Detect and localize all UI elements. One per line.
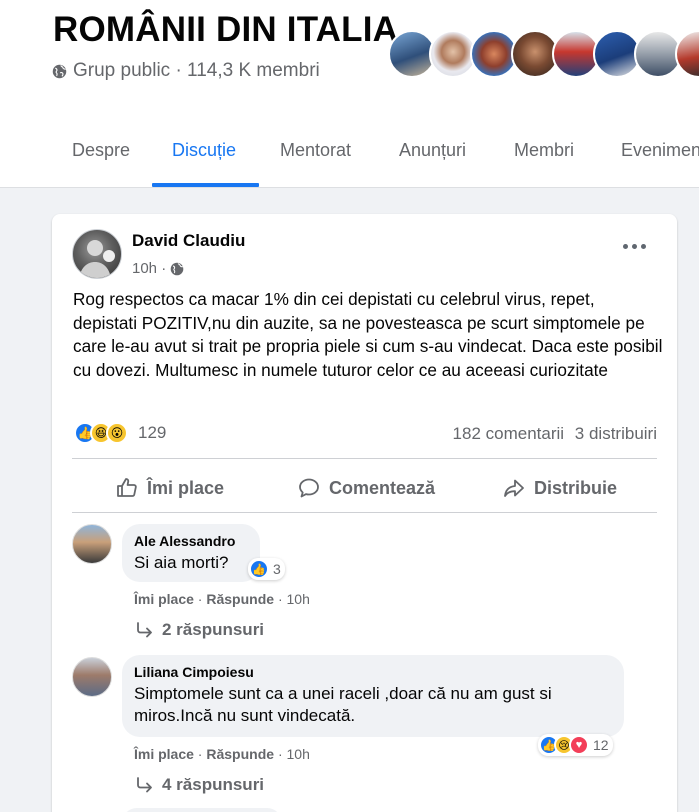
post-reactions[interactable]: 👍 😆 😮 129: [74, 422, 166, 444]
comment-author-avatar[interactable]: [72, 657, 112, 697]
person-silhouette-icon: [79, 240, 115, 278]
group-meta-text: Grup public · 114,3 K membri: [73, 60, 320, 81]
comments-count[interactable]: 182 comentarii: [453, 424, 565, 443]
comment-icon: [299, 478, 319, 498]
group-tabs: Despre Discuție Mentorat Anunțuri Membri…: [0, 112, 699, 188]
tab-evenimente[interactable]: Evenimente: [621, 140, 699, 161]
replies-count: 4 răspunsuri: [162, 775, 265, 794]
dot-icon: [631, 243, 637, 249]
comment-button-label: Comentează: [329, 477, 436, 498]
comment-author-avatar[interactable]: [72, 524, 112, 564]
post-author-avatar[interactable]: [72, 229, 122, 279]
wow-reaction-icon: 😮: [106, 422, 128, 444]
globe-icon: [170, 262, 184, 275]
comment-button[interactable]: Comentează: [297, 474, 435, 502]
tab-discutie[interactable]: Discuție: [172, 140, 236, 161]
love-reaction-icon: ♥: [569, 735, 589, 755]
divider: [72, 458, 657, 459]
post-stats: 182 comentarii 3 distribuiri: [453, 424, 657, 444]
reply-arrow-icon: [137, 777, 152, 793]
dot-icon: [640, 243, 646, 249]
view-replies-link[interactable]: 2 răspunsuri: [136, 620, 264, 640]
comment-bubble: Liliana Cimpoiesu Simptomele sunt ca a u…: [122, 655, 624, 737]
comment-bubble: Ale Alessandro Si aia morti?: [122, 524, 260, 582]
group-header: ROMÂNII DIN ITALIA Grup public · 114,3 K…: [0, 0, 699, 188]
comment-text: Simptomele sunt ca a unei raceli ,doar c…: [134, 684, 552, 725]
comment-actions: Îmi place · Răspunde · 10h: [134, 591, 310, 607]
like-button[interactable]: Îmi place: [115, 474, 224, 502]
comment-reaction-count: 3: [273, 561, 281, 577]
share-button-label: Distribuie: [534, 477, 618, 498]
comment-like-link[interactable]: Îmi place: [134, 746, 194, 762]
like-button-label: Îmi place: [147, 477, 225, 498]
comment-time[interactable]: 10h: [287, 746, 310, 762]
dot-icon: [622, 243, 628, 249]
comment-like-link[interactable]: Îmi place: [134, 591, 194, 607]
post-time-text[interactable]: 10h ·: [132, 260, 166, 277]
group-title[interactable]: ROMÂNII DIN ITALIA: [53, 10, 398, 50]
tab-mentorat[interactable]: Mentorat: [280, 140, 351, 161]
comment-author-name[interactable]: Ale Alessandro: [134, 533, 248, 549]
replies-count: 2 răspunsuri: [162, 620, 265, 639]
post-body-text: Rog respectos ca macar 1% din cei depist…: [73, 289, 663, 380]
tab-despre[interactable]: Despre: [72, 140, 130, 161]
post-card: David Claudiu 10h · Rog respectos ca mac…: [52, 214, 677, 812]
comment-reactions[interactable]: 👍 😢 ♥ 12: [538, 734, 613, 756]
comment-reply-link[interactable]: Răspunde: [206, 591, 274, 607]
comment-reactions[interactable]: 👍 3: [248, 558, 285, 580]
share-button[interactable]: Distribuie: [502, 474, 617, 502]
post-more-options-button[interactable]: [620, 236, 648, 256]
reply-arrow-icon: [137, 622, 152, 638]
reaction-count: 129: [138, 423, 167, 442]
comment-bubble-partial: [122, 808, 282, 812]
tab-membri[interactable]: Membri: [514, 140, 574, 161]
post-timestamp: 10h ·: [132, 260, 184, 277]
comment-time[interactable]: 10h: [287, 591, 310, 607]
post-author-name[interactable]: David Claudiu: [132, 231, 245, 251]
member-avatar[interactable]: [675, 30, 699, 78]
comment-reply-link[interactable]: Răspunde: [206, 746, 274, 762]
member-avatars: [388, 30, 699, 80]
like-reaction-icon: 👍: [249, 559, 269, 579]
share-arrow-icon: [504, 479, 524, 497]
comment-author-name[interactable]: Liliana Cimpoiesu: [134, 664, 612, 680]
active-tab-indicator: [152, 183, 259, 187]
comment-actions: Îmi place · Răspunde · 10h: [134, 746, 310, 762]
group-meta: Grup public · 114,3 K membri: [52, 60, 320, 82]
shares-count[interactable]: 3 distribuiri: [575, 424, 657, 443]
divider: [72, 512, 657, 513]
comment-reaction-count: 12: [593, 737, 609, 753]
globe-icon: [52, 64, 67, 78]
thumbs-up-icon: [117, 478, 137, 497]
comment-text: Si aia morti?: [134, 553, 229, 572]
view-replies-link[interactable]: 4 răspunsuri: [136, 775, 264, 795]
tab-anunturi[interactable]: Anunțuri: [399, 140, 466, 161]
